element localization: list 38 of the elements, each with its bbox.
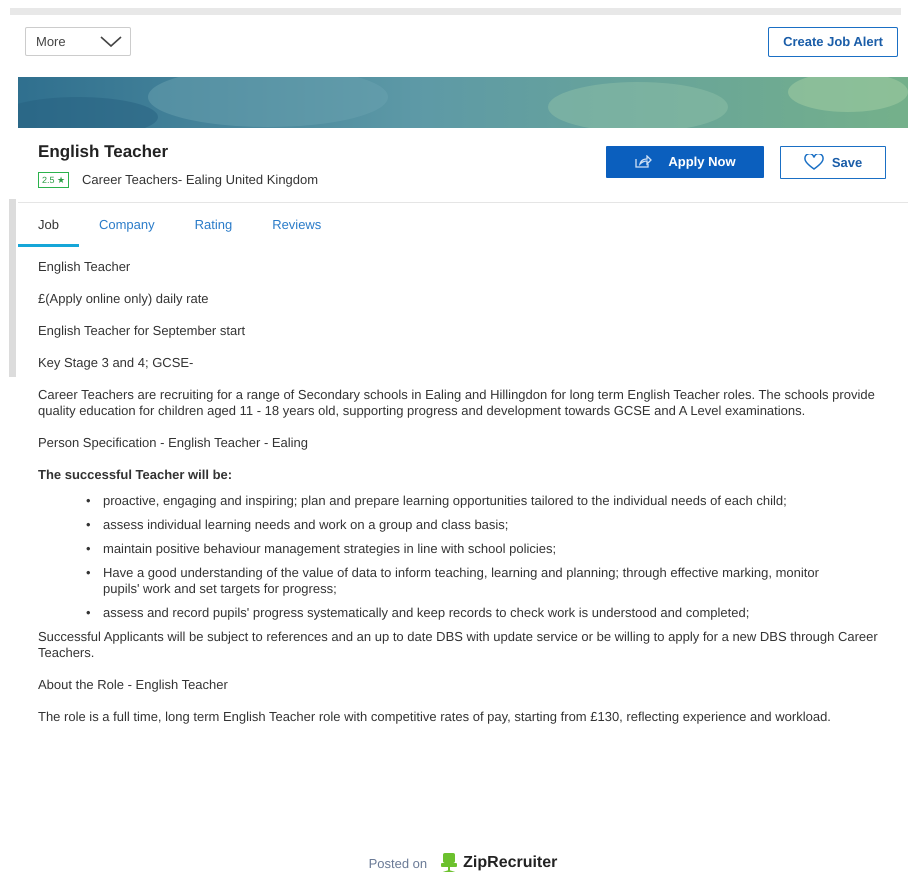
bullet-item: proactive, engaging and inspiring; plan and prepare learning opportunities tailored to the individual needs of each child; xyxy=(103,493,787,510)
paragraph: Key Stage 3 and 4; GCSE- xyxy=(38,355,194,372)
bullet-marker: • xyxy=(86,493,92,510)
tab[interactable]: Reviews xyxy=(272,202,322,248)
share-icon xyxy=(634,155,652,169)
bullet-marker: • xyxy=(86,541,92,558)
bullet-marker: • xyxy=(86,565,92,582)
bullet-marker: • xyxy=(86,605,92,622)
paragraph: Career Teachers are recruiting for a range of Secondary schools in Ealing and Hillingdon for long term English Teacher roles. The schools provide quality education for children aged 11 - 18 years old, supporting progress and development towards GCSE and A Level examinations. xyxy=(38,387,876,420)
bullet-marker: • xyxy=(86,517,92,534)
paragraph: Successful Applicants will be subject to references and an up to date DBS with update service or be willing to apply for a new DBS through Career Teachers. xyxy=(38,629,878,662)
tab[interactable]: Rating xyxy=(194,202,232,248)
bullet-item: Have a good understanding of the value of data to inform teaching, learning and planning; through effective marking, monitor pupils' work and set targets for progress; xyxy=(103,565,820,598)
posted-on-label: Posted on xyxy=(368,854,428,872)
paragraph: About the Role - English Teacher xyxy=(38,677,229,694)
rating-badge: 2.5 ★ xyxy=(38,172,70,188)
scrollbar[interactable] xyxy=(9,198,16,377)
more-dropdown[interactable]: More xyxy=(25,27,131,56)
section-heading: The successful Teacher will be: xyxy=(38,467,234,484)
paragraph: English Teacher xyxy=(38,259,132,276)
chair-icon xyxy=(439,852,460,872)
tab[interactable]: Job xyxy=(18,202,79,248)
bullet-item: assess individual learning needs and work on a group and class basis; xyxy=(103,517,508,534)
paragraph: Person Specification - English Teacher - Ealing xyxy=(38,435,310,452)
company-location: Career Teachers- Ealing United Kingdom xyxy=(82,171,318,190)
create-job-alert-button[interactable]: Create Job Alert xyxy=(768,27,898,56)
ziprecruiter-logo[interactable]: ZipRecruiter xyxy=(463,851,558,872)
paragraph: £(Apply online only) daily rate xyxy=(38,291,210,308)
paragraph: English Teacher for September start xyxy=(38,323,246,340)
save-button[interactable]: Save xyxy=(780,146,886,179)
bullet-item: assess and record pupils' progress systematically and keep records to check work is understood and completed; xyxy=(103,605,750,622)
heart-icon xyxy=(804,154,824,171)
tab[interactable]: Company xyxy=(98,202,155,248)
paragraph: The role is a full time, long term English Teacher role with competitive rates of pay, starting from £130, reflecting experience and workload. xyxy=(38,709,832,726)
job-title: English Teacher xyxy=(38,142,170,162)
bullet-item: maintain positive behaviour management strategies in line with school policies; xyxy=(103,541,556,558)
apply-now-button[interactable]: Apply Now xyxy=(606,146,764,178)
chevron-down-icon xyxy=(100,36,122,48)
